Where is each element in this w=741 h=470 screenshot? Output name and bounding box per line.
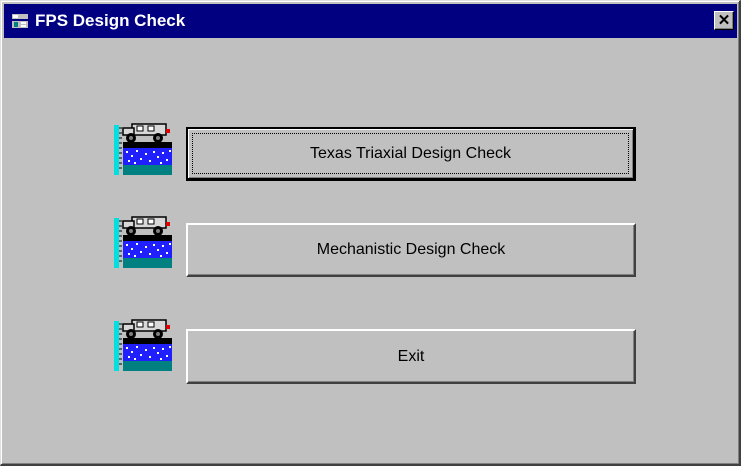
app-icon xyxy=(11,13,29,29)
texas-triaxial-design-check-label: Texas Triaxial Design Check xyxy=(310,145,511,162)
pavement-truck-icon xyxy=(114,120,172,175)
texas-triaxial-design-check-button[interactable]: Texas Triaxial Design Check xyxy=(186,127,636,181)
exit-label: Exit xyxy=(397,348,425,365)
close-icon: ✕ xyxy=(717,12,731,29)
mechanistic-design-check-label: Mechanistic Design Check xyxy=(316,241,506,258)
close-button[interactable]: ✕ xyxy=(714,11,734,30)
mechanistic-design-check-button[interactable]: Mechanistic Design Check xyxy=(186,223,636,277)
pavement-truck-icon xyxy=(114,316,172,371)
title-bar[interactable]: FPS Design Check ✕ xyxy=(4,4,737,38)
fps-design-check-window: FPS Design Check ✕ Texas Triaxial Design… xyxy=(0,0,741,466)
exit-button[interactable]: Exit xyxy=(186,329,636,384)
window-title: FPS Design Check xyxy=(35,11,186,30)
pavement-truck-icon xyxy=(114,213,172,268)
